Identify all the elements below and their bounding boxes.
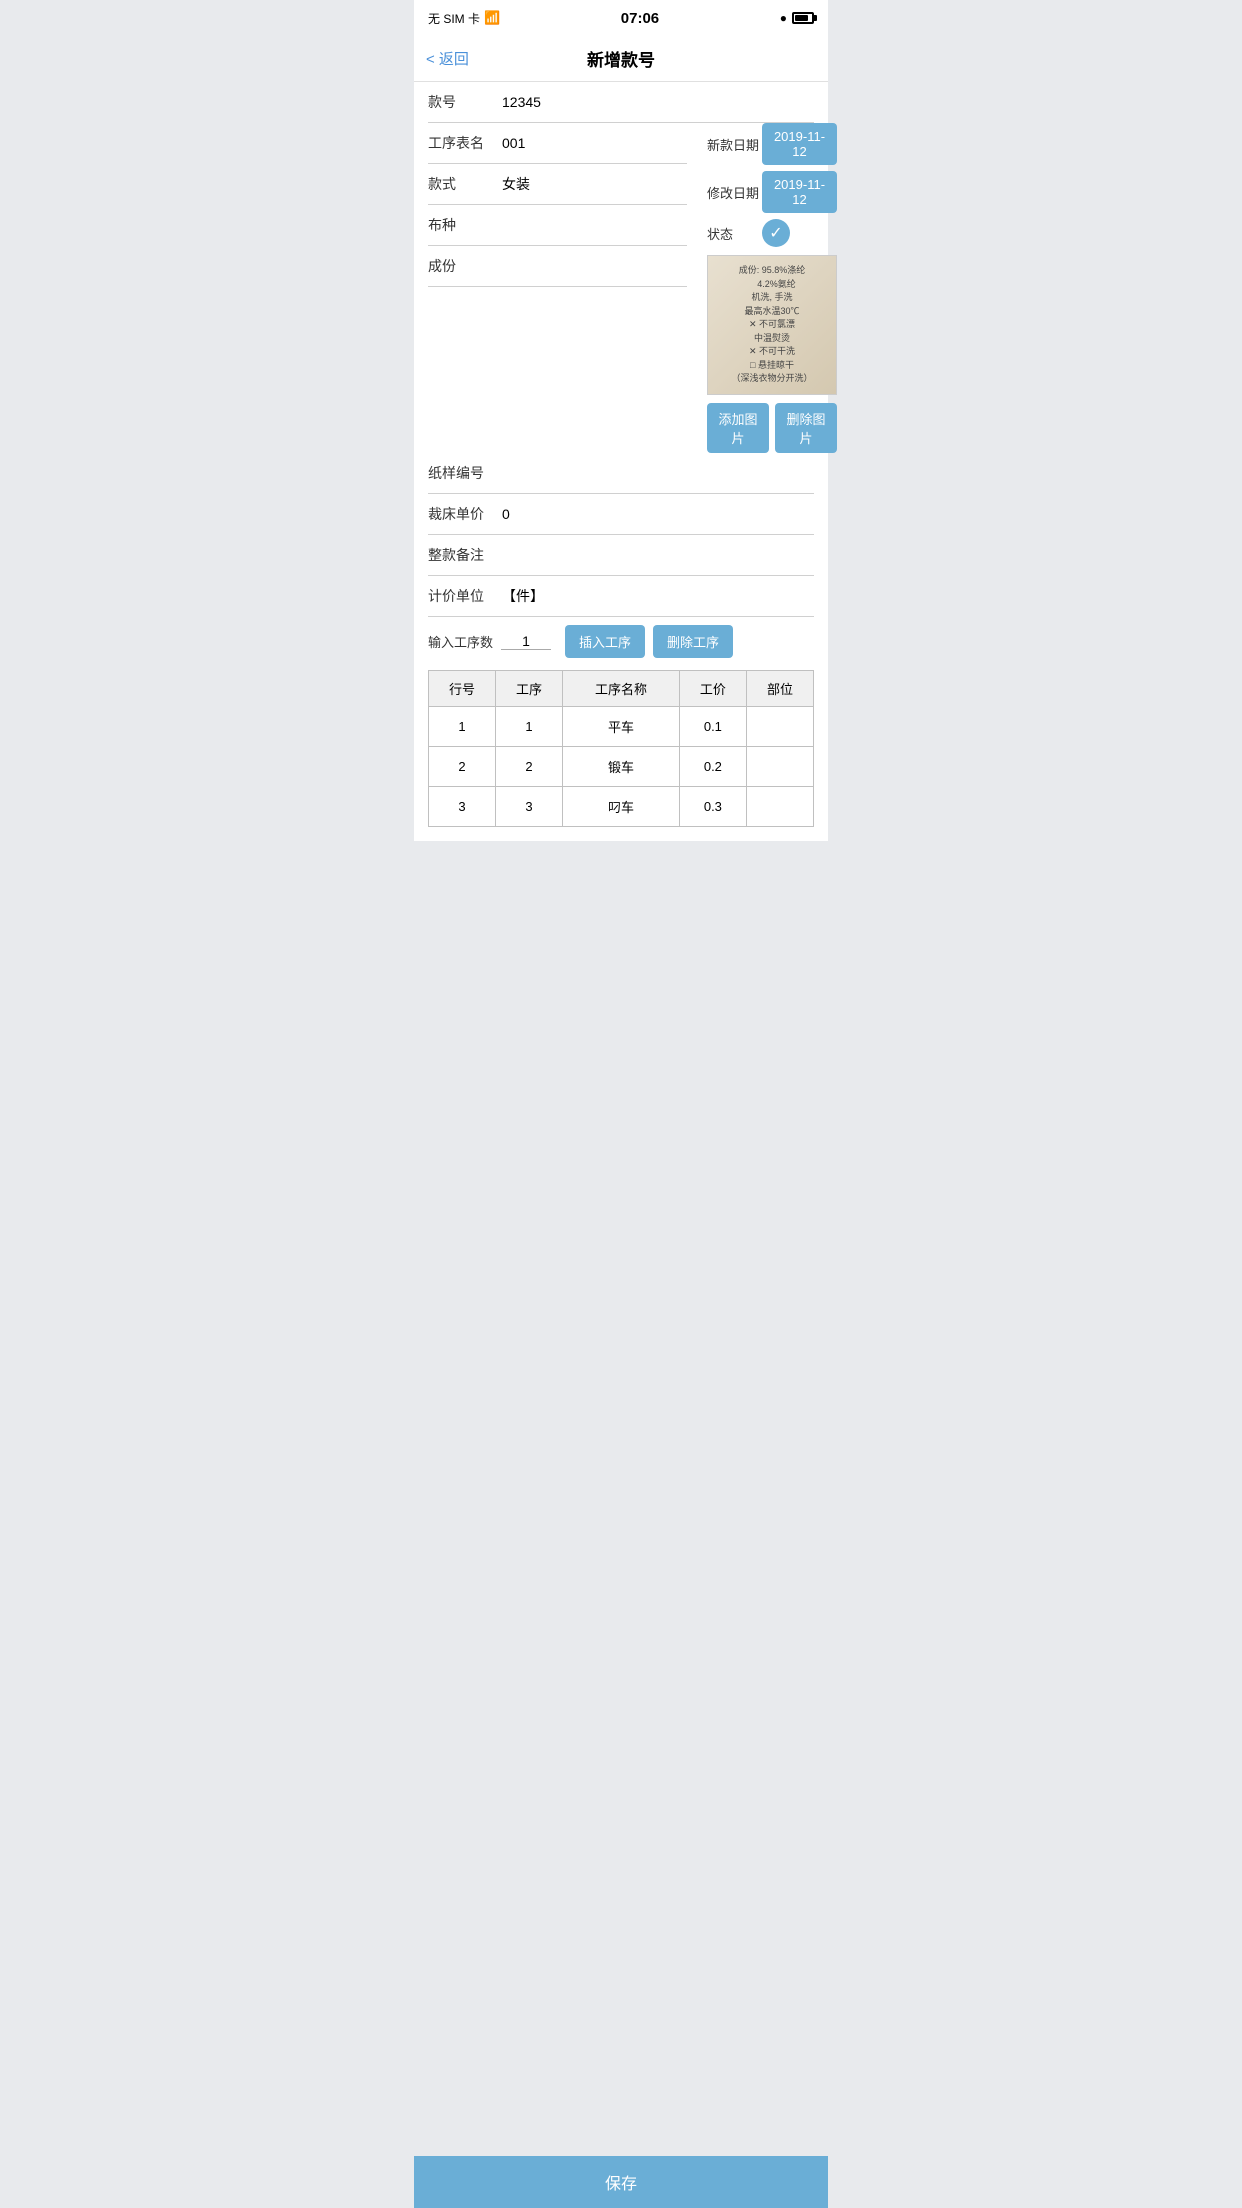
- col-hang: 行号: [429, 671, 496, 707]
- kuanhao-label: 款号: [428, 92, 498, 112]
- gongxu-row: 工序表名: [428, 123, 687, 164]
- jiajia-label: 计价单位: [428, 586, 498, 606]
- process-input-label: 输入工序数: [428, 632, 493, 651]
- location-icon: ●: [780, 11, 787, 25]
- img-line-9: （深浅衣物分开洗）: [731, 372, 812, 386]
- kuanshi-label: 款式: [428, 174, 498, 194]
- beizhu-label: 整款备注: [428, 545, 498, 565]
- gongxu-label: 工序表名: [428, 133, 498, 153]
- table-row: 11平车0.1: [429, 707, 814, 747]
- add-image-button[interactable]: 添加图片: [707, 403, 769, 453]
- wifi-icon: 📶: [484, 10, 500, 26]
- status-right: ●: [780, 11, 814, 25]
- status-check-icon[interactable]: ✓: [762, 219, 790, 247]
- process-action-row: 输入工序数 插入工序 删除工序: [414, 617, 828, 666]
- table-section: 行号 工序 工序名称 工价 部位 11平车0.122锻车0.233叼车0.3: [414, 670, 828, 841]
- img-line-4: 最高水温30℃: [744, 305, 799, 319]
- img-line-6: 中温熨烫: [754, 332, 790, 346]
- right-col: 新款日期 2019-11-12 修改日期 2019-11-12 状态 ✓ 成份:…: [697, 123, 837, 453]
- carrier-text: 无 SIM 卡: [428, 10, 480, 27]
- status-bar: 无 SIM 卡 📶 07:06 ●: [414, 0, 828, 36]
- kuanhao-input[interactable]: [498, 94, 814, 110]
- product-image: 成份: 95.8%涤纶 4.2%氨纶 机洗, 手洗 最高水温30℃ ✕ 不可氯漂…: [707, 255, 837, 395]
- col-buwei: 部位: [746, 671, 813, 707]
- buzhong-row: 布种: [428, 205, 687, 246]
- xiugai-date-row: 修改日期 2019-11-12: [707, 171, 837, 213]
- xin-date-label: 新款日期: [707, 135, 762, 154]
- xin-date-row: 新款日期 2019-11-12: [707, 123, 837, 165]
- zhiyang-label: 纸样编号: [428, 463, 498, 483]
- xiugai-date-value[interactable]: 2019-11-12: [762, 171, 837, 213]
- chuang-input[interactable]: [498, 506, 814, 522]
- chuang-row: 裁床单价: [428, 494, 814, 535]
- image-buttons: 添加图片 删除图片: [707, 403, 837, 453]
- col-gongxu: 工序: [496, 671, 563, 707]
- status-time: 07:06: [621, 10, 659, 27]
- col-gongjia: 工价: [679, 671, 746, 707]
- col-name: 工序名称: [563, 671, 680, 707]
- product-image-placeholder: 成份: 95.8%涤纶 4.2%氨纶 机洗, 手洗 最高水温30℃ ✕ 不可氯漂…: [708, 256, 836, 394]
- img-line-8: □ 悬挂晾干: [750, 359, 794, 373]
- table-row: 33叼车0.3: [429, 787, 814, 827]
- img-line-5: ✕ 不可氯漂: [749, 318, 795, 332]
- two-col-section: 工序表名 款式 布种 成份 新款日期 2019-11-12: [414, 123, 828, 453]
- buzhong-input[interactable]: [498, 217, 687, 233]
- chuang-label: 裁床单价: [428, 504, 498, 524]
- nav-bar: < 返回 新增款号: [414, 36, 828, 82]
- kuanshi-input[interactable]: [498, 176, 687, 192]
- battery-icon: [792, 12, 814, 24]
- process-table: 行号 工序 工序名称 工价 部位 11平车0.122锻车0.233叼车0.3: [428, 670, 814, 827]
- jiajia-input[interactable]: [498, 588, 814, 604]
- back-button[interactable]: < 返回: [426, 48, 469, 69]
- xiugai-date-label: 修改日期: [707, 183, 762, 202]
- delete-image-button[interactable]: 删除图片: [775, 403, 837, 453]
- main-background: [414, 841, 828, 1341]
- beizhu-row: 整款备注: [428, 535, 814, 576]
- img-line-1: 成份: 95.8%涤纶: [739, 264, 806, 278]
- chengfen-label: 成份: [428, 256, 498, 276]
- save-bar: 保存: [414, 2156, 828, 2208]
- save-button[interactable]: 保存: [428, 2170, 814, 2194]
- form-content: 款号 工序表名 款式 布种 成份: [414, 82, 828, 841]
- insert-process-button[interactable]: 插入工序: [565, 625, 645, 658]
- kuanhao-row: 款号: [428, 82, 814, 123]
- img-line-7: ✕ 不可干洗: [749, 345, 795, 359]
- status-row: 状态 ✓: [707, 219, 837, 247]
- bottom-form-section: 纸样编号 裁床单价 整款备注 计价单位: [414, 453, 828, 617]
- xin-date-value[interactable]: 2019-11-12: [762, 123, 837, 165]
- status-label: 状态: [707, 224, 762, 243]
- buzhong-label: 布种: [428, 215, 498, 235]
- chengfen-input[interactable]: [498, 258, 687, 274]
- delete-process-button[interactable]: 删除工序: [653, 625, 733, 658]
- kuanhao-section: 款号: [414, 82, 828, 123]
- table-row: 22锻车0.2: [429, 747, 814, 787]
- status-left: 无 SIM 卡 📶: [428, 10, 500, 27]
- kuanshi-row: 款式: [428, 164, 687, 205]
- page-title: 新增款号: [587, 46, 655, 71]
- beizhu-input[interactable]: [498, 547, 814, 563]
- gongxu-input[interactable]: [498, 135, 687, 151]
- jiajia-row: 计价单位: [428, 576, 814, 617]
- chengfen-row: 成份: [428, 246, 687, 287]
- zhiyang-row: 纸样编号: [428, 453, 814, 494]
- img-line-3: 机洗, 手洗: [751, 291, 792, 305]
- img-line-2: 4.2%氨纶: [748, 278, 796, 292]
- process-count-input[interactable]: [501, 633, 551, 650]
- zhiyang-input[interactable]: [498, 465, 814, 481]
- table-header-row: 行号 工序 工序名称 工价 部位: [429, 671, 814, 707]
- left-col: 工序表名 款式 布种 成份: [428, 123, 697, 453]
